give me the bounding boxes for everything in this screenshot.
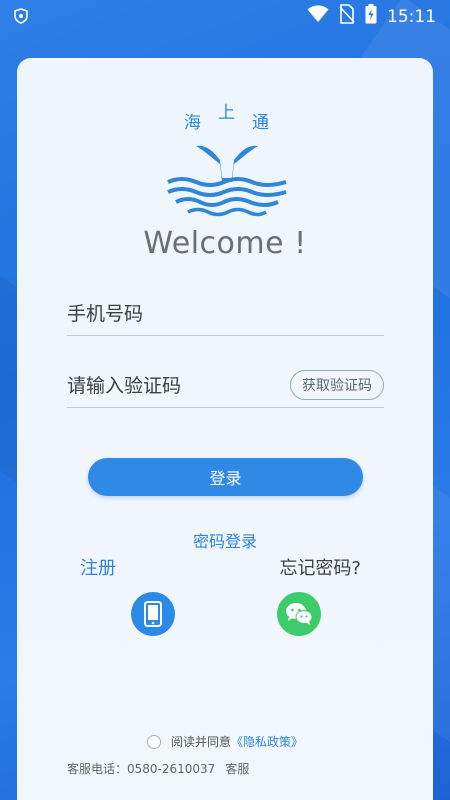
mobile-phone-icon xyxy=(144,601,162,627)
code-field: 获取验证码 xyxy=(67,368,384,408)
agreement-row: 阅读并同意《隐私政策》 xyxy=(147,733,303,750)
shield-icon xyxy=(14,8,28,28)
wechat-login-button[interactable] xyxy=(277,592,321,636)
no-sim-icon xyxy=(339,4,355,29)
login-button[interactable]: 登录 xyxy=(88,458,363,496)
battery-charging-icon xyxy=(365,4,377,29)
privacy-policy-link[interactable]: 《隐私政策》 xyxy=(231,735,303,749)
phone-field xyxy=(67,296,384,336)
logo-char-1: 海 xyxy=(184,113,201,133)
service-info: 客服电话：0580-2610037 客服 xyxy=(67,760,249,777)
whale-logo: 海 上 通 xyxy=(162,98,292,228)
password-login-link[interactable]: 密码登录 xyxy=(17,528,433,552)
logo-char-3: 通 xyxy=(252,113,269,133)
status-bar: 15:11 xyxy=(0,0,450,32)
wechat-icon xyxy=(286,603,313,625)
logo-char-2: 上 xyxy=(218,103,235,123)
forgot-password-link[interactable]: 忘记密码? xyxy=(279,554,361,580)
status-time: 15:11 xyxy=(387,6,436,27)
get-code-button[interactable]: 获取验证码 xyxy=(290,370,384,400)
agree-text: 阅读并同意 xyxy=(171,735,232,749)
service-more: 客服 xyxy=(225,762,250,776)
service-phone: 客服电话：0580-2610037 xyxy=(67,762,216,776)
phone-input[interactable] xyxy=(67,296,267,332)
code-input[interactable] xyxy=(67,368,267,404)
agree-radio[interactable] xyxy=(147,734,161,749)
welcome-title: Welcome ! xyxy=(143,226,307,261)
phone-login-button[interactable] xyxy=(131,592,175,636)
register-link[interactable]: 注册 xyxy=(80,554,116,580)
login-card: 海 上 通 Welcome ! 获取验证码 登录 密码登录 注册 忘记密码? xyxy=(17,58,433,800)
wifi-icon xyxy=(307,5,329,28)
